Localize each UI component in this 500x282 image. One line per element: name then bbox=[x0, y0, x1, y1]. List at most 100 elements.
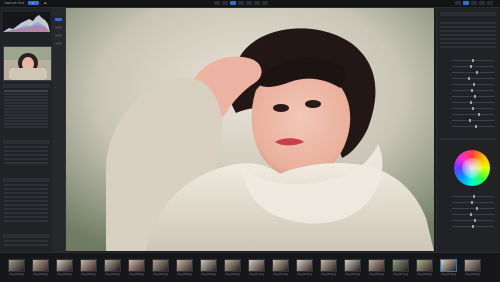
left-list-row-19[interactable] bbox=[4, 184, 48, 186]
right-slider-8[interactable] bbox=[452, 101, 494, 104]
film-thumb-16[interactable] bbox=[368, 259, 385, 272]
right-slider-16[interactable] bbox=[452, 213, 494, 216]
film-thumb-9[interactable] bbox=[200, 259, 217, 272]
right-slider-12[interactable] bbox=[452, 125, 494, 128]
left-list-row-11[interactable] bbox=[4, 120, 48, 122]
left-list-row-10[interactable] bbox=[4, 117, 48, 119]
left-list-row-3[interactable] bbox=[4, 96, 48, 98]
left-list-row-1[interactable] bbox=[4, 90, 48, 92]
gear-icon[interactable] bbox=[487, 1, 493, 5]
left-list-row-6[interactable] bbox=[4, 105, 48, 107]
left-list-row-15[interactable] bbox=[4, 150, 48, 152]
tool-tab-2[interactable] bbox=[55, 26, 62, 29]
left-list-row-16[interactable] bbox=[4, 154, 48, 156]
compare-icon[interactable] bbox=[471, 1, 477, 5]
right-slider-15[interactable] bbox=[452, 207, 494, 210]
right-slider-18[interactable] bbox=[452, 225, 494, 228]
grid-icon[interactable] bbox=[455, 1, 461, 5]
film-thumb-1[interactable] bbox=[8, 259, 25, 272]
left-list-row-28[interactable] bbox=[4, 220, 48, 222]
toolbar-icon-2[interactable] bbox=[222, 1, 228, 5]
film-thumb-20[interactable] bbox=[464, 259, 481, 272]
left-list-row-2[interactable] bbox=[4, 93, 48, 95]
right-tool-row-2[interactable] bbox=[440, 26, 496, 28]
right-tool-row-3[interactable] bbox=[440, 30, 496, 32]
view-icon[interactable] bbox=[463, 1, 469, 5]
right-slider-4[interactable] bbox=[452, 77, 494, 80]
left-list-row-24[interactable] bbox=[4, 204, 48, 206]
right-tool-row-4[interactable] bbox=[440, 34, 496, 36]
left-list-row-5[interactable] bbox=[4, 102, 48, 104]
right-tool-row-6[interactable] bbox=[440, 42, 496, 44]
left-section-header-2[interactable] bbox=[3, 140, 50, 144]
film-thumb-17[interactable] bbox=[392, 259, 409, 272]
toolbar-icon-4[interactable] bbox=[238, 1, 244, 5]
right-slider-2[interactable] bbox=[452, 65, 494, 68]
film-thumb-19-selected[interactable] bbox=[440, 259, 457, 272]
film-thumb-15[interactable] bbox=[344, 259, 361, 272]
left-section-header-4[interactable] bbox=[3, 234, 50, 238]
left-list-row-30[interactable] bbox=[4, 244, 48, 246]
left-list-row-20[interactable] bbox=[4, 188, 48, 190]
tool-tab-3[interactable] bbox=[55, 34, 62, 37]
right-tool-row-7[interactable] bbox=[440, 46, 496, 48]
right-slider-14[interactable] bbox=[452, 201, 494, 204]
left-list-row-4[interactable] bbox=[4, 99, 48, 101]
toolbar-icon-5[interactable] bbox=[246, 1, 252, 5]
left-list-row-26[interactable] bbox=[4, 212, 48, 214]
right-panel-header[interactable] bbox=[440, 12, 496, 16]
navigator-thumbnail[interactable] bbox=[3, 46, 52, 81]
left-list-row-7[interactable] bbox=[4, 108, 48, 110]
film-thumb-5[interactable] bbox=[104, 259, 121, 272]
film-thumb-14[interactable] bbox=[320, 259, 337, 272]
film-thumb-8[interactable] bbox=[176, 259, 193, 272]
film-thumb-12[interactable] bbox=[272, 259, 289, 272]
right-slider-9[interactable] bbox=[452, 107, 494, 110]
film-thumb-11[interactable] bbox=[248, 259, 265, 272]
right-tool-row-1[interactable] bbox=[440, 22, 496, 24]
settings-icon[interactable] bbox=[479, 1, 485, 5]
right-slider-17[interactable] bbox=[452, 219, 494, 222]
toolbar-icon-6[interactable] bbox=[254, 1, 260, 5]
left-list-row-12[interactable] bbox=[4, 123, 48, 125]
left-list-row-29[interactable] bbox=[4, 240, 48, 242]
film-thumb-10[interactable] bbox=[224, 259, 241, 272]
left-section-header-1[interactable] bbox=[3, 84, 50, 88]
left-list-row-21[interactable] bbox=[4, 192, 48, 194]
left-list-row-13[interactable] bbox=[4, 126, 48, 128]
film-thumb-3[interactable] bbox=[56, 259, 73, 272]
left-list-row-22[interactable] bbox=[4, 196, 48, 198]
film-thumb-13[interactable] bbox=[296, 259, 313, 272]
left-list-row-9[interactable] bbox=[4, 114, 48, 116]
film-thumb-18[interactable] bbox=[416, 259, 433, 272]
right-slider-5[interactable] bbox=[452, 83, 494, 86]
tool-tab-4[interactable] bbox=[55, 42, 62, 45]
active-tool-tab[interactable] bbox=[55, 18, 62, 21]
toolbar-icon-7[interactable] bbox=[262, 1, 268, 5]
right-slider-7[interactable] bbox=[452, 95, 494, 98]
toolbar-icon-1[interactable] bbox=[214, 1, 220, 5]
left-section-header-3[interactable] bbox=[3, 178, 50, 182]
right-slider-13[interactable] bbox=[452, 195, 494, 198]
tab-develop[interactable]: ✓ bbox=[28, 1, 39, 5]
right-slider-6[interactable] bbox=[452, 89, 494, 92]
film-thumb-6[interactable] bbox=[128, 259, 145, 272]
left-list-row-17[interactable] bbox=[4, 158, 48, 160]
left-list-row-27[interactable] bbox=[4, 216, 48, 218]
tab-library[interactable]: ⊞ bbox=[40, 1, 51, 5]
film-thumb-7[interactable] bbox=[152, 259, 169, 272]
right-slider-10[interactable] bbox=[452, 113, 494, 116]
right-tool-row-5[interactable] bbox=[440, 38, 496, 40]
film-thumb-4[interactable] bbox=[80, 259, 97, 272]
left-list-row-14[interactable] bbox=[4, 146, 48, 148]
left-list-row-18[interactable] bbox=[4, 162, 48, 164]
film-thumb-2[interactable] bbox=[32, 259, 49, 272]
color-section-header[interactable] bbox=[440, 138, 496, 140]
right-slider-3[interactable] bbox=[452, 71, 494, 74]
left-list-row-23[interactable] bbox=[4, 200, 48, 202]
toolbar-icon-3[interactable] bbox=[230, 1, 236, 5]
image-viewer[interactable] bbox=[66, 8, 434, 251]
right-slider-1[interactable] bbox=[452, 59, 494, 62]
right-slider-11[interactable] bbox=[452, 119, 494, 122]
left-list-row-8[interactable] bbox=[4, 111, 48, 113]
